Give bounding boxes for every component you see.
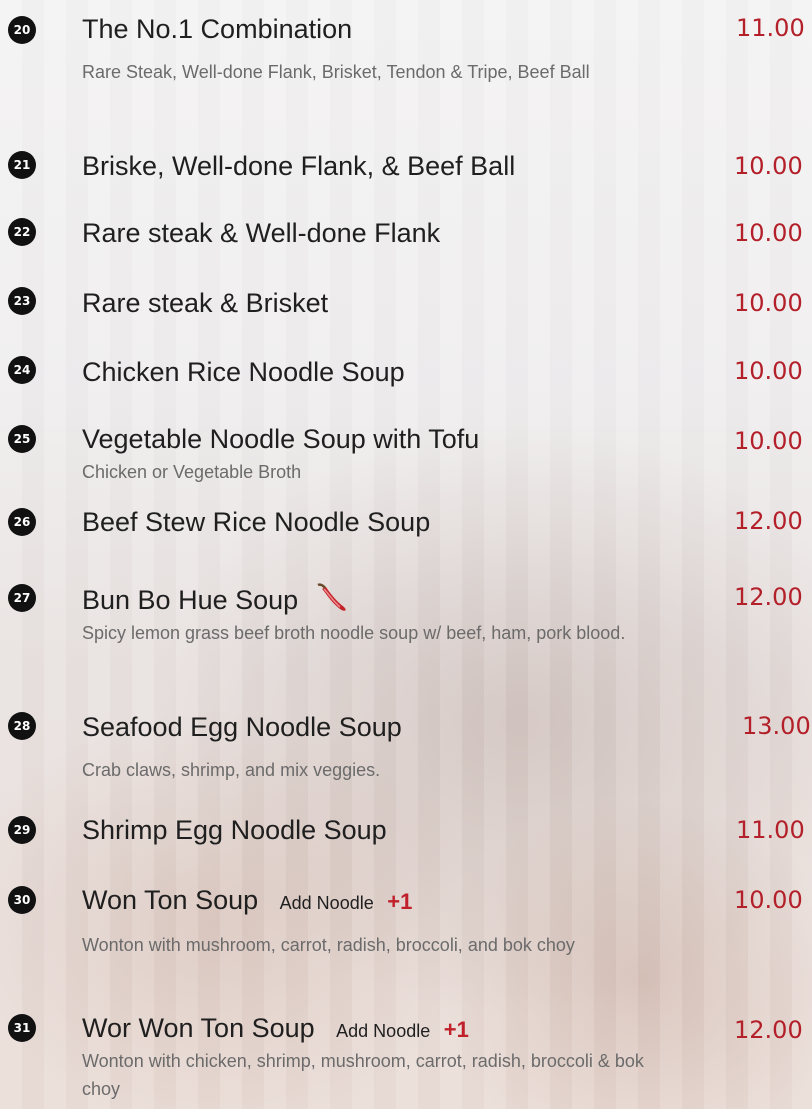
item-price: 11.00 <box>736 816 805 844</box>
item-price: 10.00 <box>734 357 803 385</box>
item-name: Vegetable Noodle Soup with Tofu <box>82 424 480 454</box>
item-name-text: Bun Bo Hue Soup <box>82 585 299 615</box>
item-price: 11.00 <box>736 14 805 42</box>
item-number-badge: 22 <box>8 218 36 246</box>
item-price: 10.00 <box>734 886 803 914</box>
item-name: Won Ton Soup Add Noodle +1 <box>82 885 412 916</box>
item-number-badge: 20 <box>8 16 36 44</box>
add-noodle-price: +1 <box>443 1017 469 1042</box>
item-price: 12.00 <box>734 507 803 535</box>
item-name-text: Wor Won Ton Soup <box>82 1013 315 1043</box>
item-number-badge: 28 <box>8 712 36 740</box>
item-price: 10.00 <box>734 219 803 247</box>
item-description: Wonton with mushroom, carrot, radish, br… <box>82 935 575 955</box>
item-number-badge: 23 <box>8 287 36 315</box>
item-name: Rare steak & Well-done Flank <box>82 218 441 248</box>
item-name: Seafood Egg Noodle Soup <box>82 712 402 742</box>
item-price: 12.00 <box>734 1016 803 1044</box>
add-noodle-price: +1 <box>387 889 413 914</box>
item-description: Rare Steak, Well-done Flank, Brisket, Te… <box>82 62 590 82</box>
item-name: Wor Won Ton Soup Add Noodle +1 <box>82 1013 469 1044</box>
add-noodle-label: Add Noodle <box>336 1021 431 1041</box>
item-price: 13.00 <box>742 712 811 740</box>
item-price: 10.00 <box>734 289 803 317</box>
item-name-text: Won Ton Soup <box>82 885 259 915</box>
add-noodle-label: Add Noodle <box>279 893 374 913</box>
item-number-badge: 24 <box>8 356 36 384</box>
item-name: Beef Stew Rice Noodle Soup <box>82 507 431 537</box>
item-price: 12.00 <box>734 583 803 611</box>
item-description: Spicy lemon grass beef broth noodle soup… <box>82 623 626 643</box>
item-number-badge: 31 <box>8 1014 36 1042</box>
item-name: Briske, Well-done Flank, & Beef Ball <box>82 151 516 181</box>
item-name: The No.1 Combination <box>82 14 353 44</box>
item-number-badge: 26 <box>8 508 36 536</box>
item-name: Bun Bo Hue Soup <box>82 583 354 616</box>
item-price: 10.00 <box>734 427 803 455</box>
item-number-badge: 27 <box>8 584 36 612</box>
item-description: Chicken or Vegetable Broth <box>82 462 302 482</box>
item-number-badge: 30 <box>8 886 36 914</box>
item-name: Rare steak & Brisket <box>82 288 329 318</box>
item-name: Chicken Rice Noodle Soup <box>82 357 405 387</box>
item-number-badge: 29 <box>8 816 36 844</box>
item-price: 10.00 <box>734 152 803 180</box>
chili-pepper-icon <box>314 583 354 615</box>
item-description: Crab claws, shrimp, and mix veggies. <box>82 760 381 780</box>
item-description: Wonton with chicken, shrimp, mushroom, c… <box>82 1051 644 1099</box>
item-number-badge: 25 <box>8 425 36 453</box>
item-name: Shrimp Egg Noodle Soup <box>82 815 387 845</box>
item-number-badge: 21 <box>8 151 36 179</box>
